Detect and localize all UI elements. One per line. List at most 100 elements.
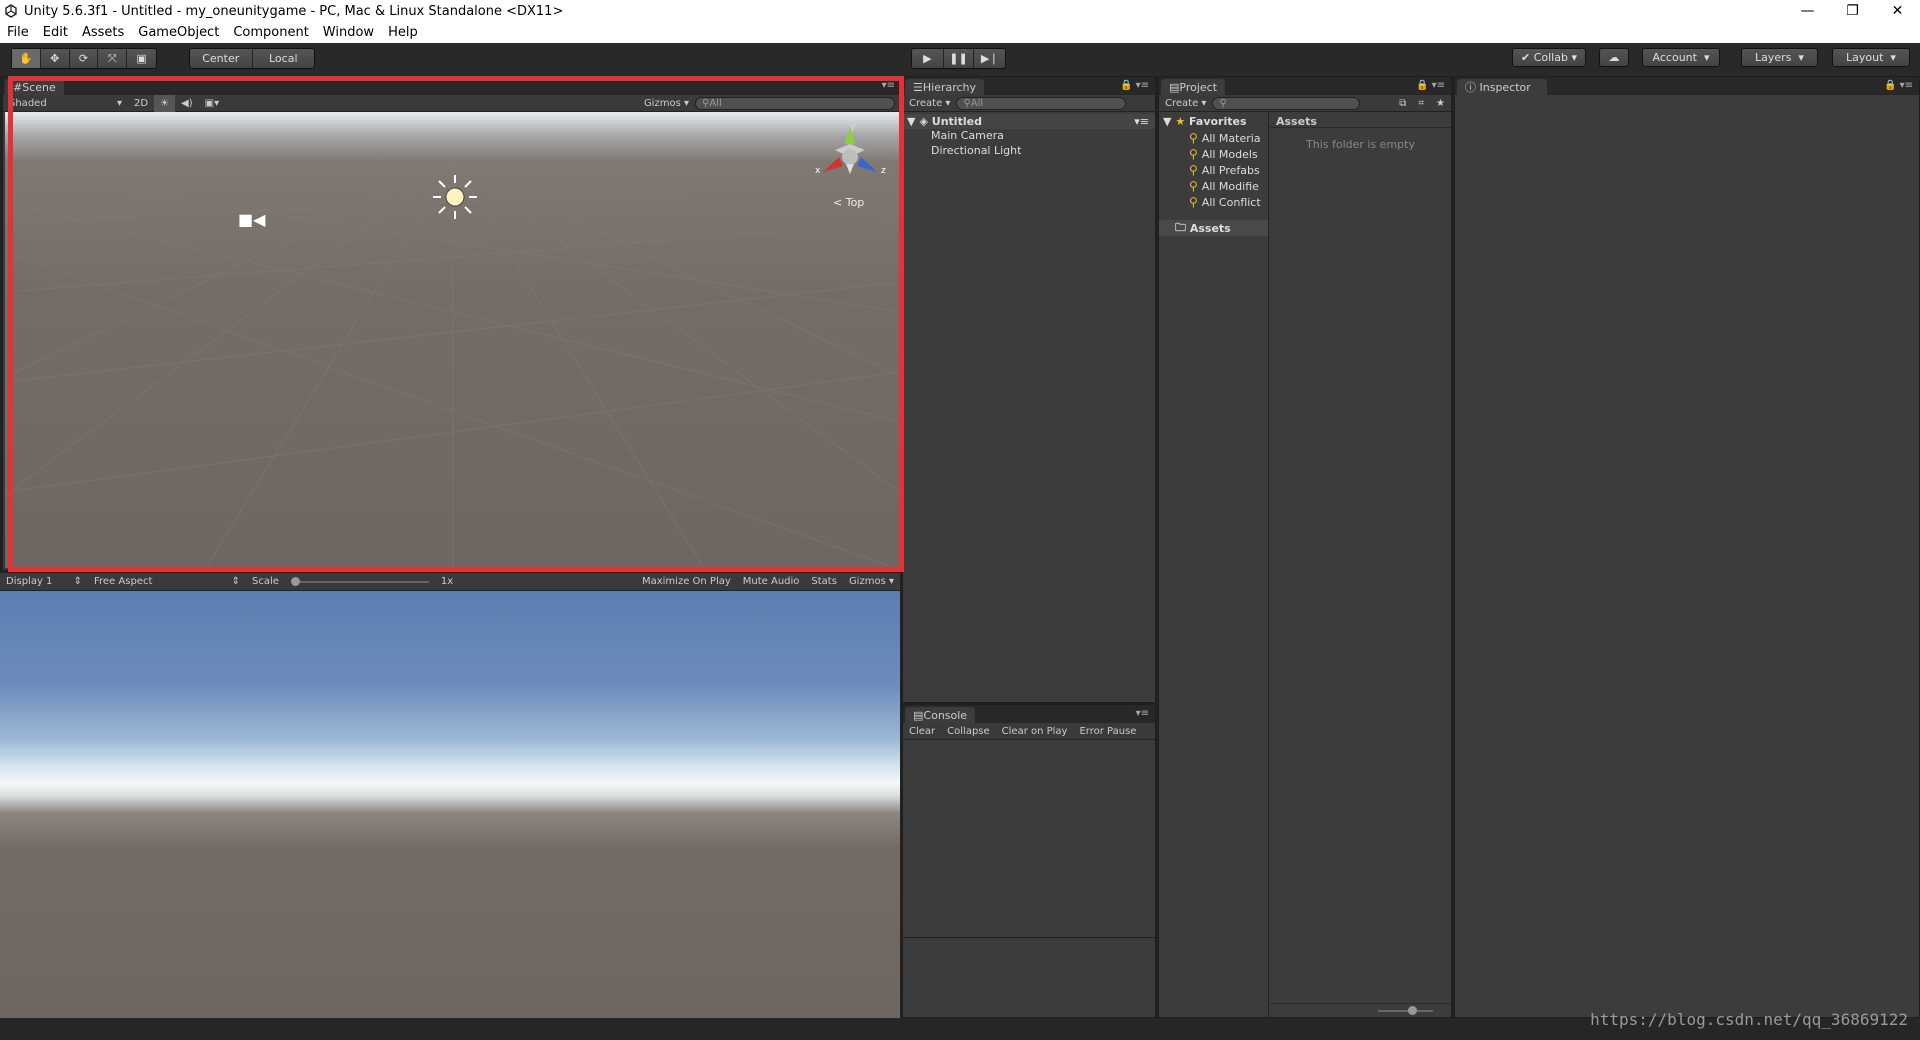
favorite-label: All Models [1201, 147, 1258, 161]
effects-toggle-icon[interactable]: ▣▾ [199, 95, 225, 112]
console-clear-on-play-button[interactable]: Clear on Play [996, 723, 1074, 740]
menu-bar: File Edit Assets GameObject Component Wi… [0, 22, 1920, 43]
scene-gizmos-label: Gizmos [643, 97, 681, 109]
inspector-lock-icon[interactable]: 🔒 ▾≡ [1884, 80, 1913, 91]
search-filter-icon: ⚲ [1189, 147, 1198, 161]
console-clear-button[interactable]: Clear [903, 723, 941, 740]
minimize-button[interactable]: — [1785, 0, 1830, 22]
scale-slider[interactable] [285, 573, 435, 590]
scene-search-input[interactable]: ⚲ All [695, 96, 895, 110]
stats-toggle[interactable]: Stats [805, 573, 843, 590]
menu-assets[interactable]: Assets [75, 25, 131, 40]
search-by-label-icon[interactable]: ⌗ [1412, 95, 1430, 112]
audio-toggle-icon[interactable]: ◀) [175, 95, 199, 112]
pivot-center-button[interactable]: Center [190, 49, 253, 68]
favorite-item[interactable]: ⚲ All Conflict [1189, 195, 1261, 209]
hierarchy-toolbar: Create ▾ ⚲ All [903, 95, 1155, 112]
collab-label: Collab [1533, 51, 1568, 64]
menu-edit[interactable]: Edit [36, 25, 75, 40]
mute-audio-toggle[interactable]: Mute Audio [737, 573, 806, 590]
main-toolbar: ✋ ✥ ⟳ ⤧ ▣ Center Local ▶ ❚❚ ▶❘ ✔ Collab … [0, 43, 1920, 76]
scale-value: 1x [440, 576, 454, 587]
hierarchy-lock-icon[interactable]: 🔒 ▾≡ [1120, 80, 1149, 91]
search-by-type-icon[interactable]: ⧉ [1393, 95, 1412, 112]
game-viewport[interactable] [0, 591, 900, 1018]
favorite-label: All Conflict [1201, 195, 1261, 209]
play-button-icon[interactable]: ▶ [912, 49, 944, 68]
project-lock-icon[interactable]: 🔒 ▾≡ [1416, 80, 1445, 91]
project-search-input[interactable]: ⚲ [1212, 96, 1361, 110]
shading-mode-dropdown[interactable]: Shaded ▾ [3, 95, 128, 112]
favorites-header[interactable]: ▼ ★ Favorites [1163, 115, 1247, 128]
hierarchy-search-input[interactable]: ⚲ All [956, 96, 1127, 110]
hierarchy-item-directional-light[interactable]: Directional Light [931, 144, 1021, 157]
favorites-arrow-icon[interactable]: ▼ [1163, 115, 1171, 128]
close-button[interactable]: ✕ [1875, 0, 1920, 22]
favorite-item[interactable]: ⚲ All Prefabs [1189, 163, 1260, 177]
step-button-icon[interactable]: ▶❘ [974, 49, 1005, 68]
display-dropdown[interactable]: Display 1 ⇕ [0, 573, 88, 590]
window-title: Unity 5.6.3f1 - Untitled - my_oneunityga… [24, 3, 564, 19]
lighting-toggle-icon[interactable]: ☀ [154, 94, 176, 112]
menu-help[interactable]: Help [381, 25, 425, 40]
pivot-local-button[interactable]: Local [253, 49, 315, 68]
watermark-text: https://blog.csdn.net/qq_36869122 [1590, 1010, 1908, 1029]
layers-dropdown[interactable]: Layers ▾ [1741, 48, 1818, 67]
project-tab-row: ▤ Project 🔒 ▾≡ [1159, 77, 1451, 95]
scene-header-row[interactable]: ▼ ◈ Untitled ▾≡ [903, 114, 1155, 129]
favorite-item[interactable]: ⚲ All Materia [1189, 131, 1261, 145]
aspect-dropdown[interactable]: Free Aspect ⇕ [88, 573, 246, 590]
camera-gizmo-icon[interactable]: ■◀ [238, 210, 265, 229]
2d-toggle[interactable]: 2D [128, 95, 154, 112]
move-tool-icon[interactable]: ✥ [41, 49, 70, 68]
unity-logo-icon [2, 2, 20, 20]
account-dropdown[interactable]: Account ▾ [1642, 48, 1720, 67]
scene-viewport[interactable]: ■◀ y x z < Top [5, 112, 899, 568]
project-create-dropdown[interactable]: Create ▾ [1159, 95, 1212, 112]
tab-scene[interactable]: # Scene [5, 79, 64, 95]
menu-gameobject[interactable]: GameObject [131, 25, 226, 40]
favorite-label: All Materia [1201, 131, 1261, 145]
hierarchy-create-dropdown[interactable]: Create ▾ [903, 95, 956, 112]
menu-component[interactable]: Component [226, 25, 315, 40]
game-gizmos-dropdown[interactable]: Gizmos ▾ [843, 573, 900, 590]
inspector-panel: ⓘ Inspector 🔒 ▾≡ [1454, 76, 1920, 1018]
tab-inspector[interactable]: ⓘ Inspector [1457, 79, 1547, 95]
tab-console[interactable]: ▤ Console [905, 707, 976, 723]
scale-tool-icon[interactable]: ⤧ [98, 49, 128, 68]
rect-tool-icon[interactable]: ▣ [127, 49, 156, 68]
tab-hierarchy[interactable]: ☰ Hierarchy [905, 79, 985, 95]
game-panel: Display 1 ⇕ Free Aspect ⇕ Scale 1x Maximiz… [0, 573, 900, 1018]
maximize-on-play-toggle[interactable]: Maximize On Play [636, 573, 737, 590]
restore-button[interactable]: ❐ [1830, 0, 1875, 22]
icon-size-slider[interactable] [1378, 1006, 1433, 1015]
assets-folder-row[interactable]: 🗀 Assets [1159, 220, 1268, 236]
hierarchy-item-main-camera[interactable]: Main Camera [931, 129, 1004, 142]
scene-menu-icon[interactable]: ▾≡ [1134, 115, 1155, 128]
scene-panel: # Scene ▾≡ Shaded ▾ 2D ☀ ◀) ▣▾ Gizmos ▾ ⚲… [2, 76, 902, 571]
gizmo-view-label[interactable]: < Top [833, 196, 864, 209]
pause-button-icon[interactable]: ❚❚ [944, 49, 975, 68]
layout-dropdown[interactable]: Layout ▾ [1832, 48, 1910, 67]
menu-window[interactable]: Window [316, 25, 381, 40]
favorite-star-icon[interactable]: ★ [1430, 95, 1451, 112]
expand-arrow-icon[interactable]: ▼ [903, 115, 919, 128]
menu-file[interactable]: File [0, 25, 36, 40]
orientation-gizmo[interactable]: y x z < Top [815, 122, 886, 212]
cloud-icon[interactable]: ☁ [1599, 48, 1629, 67]
hand-tool-icon[interactable]: ✋ [12, 49, 41, 68]
light-gizmo-icon[interactable] [430, 172, 480, 226]
console-collapse-button[interactable]: Collapse [941, 723, 996, 740]
favorite-item[interactable]: ⚲ All Models [1189, 147, 1258, 161]
favorite-item[interactable]: ⚲ All Modifie [1189, 179, 1259, 193]
collab-button[interactable]: ✔ Collab ▾ [1512, 48, 1586, 67]
hierarchy-panel: ☰ Hierarchy 🔒 ▾≡ Create ▾ ⚲ All ▼ ◈ Untit… [902, 76, 1156, 703]
rotate-tool-icon[interactable]: ⟳ [70, 49, 99, 68]
tab-project[interactable]: ▤ Project [1161, 79, 1226, 95]
scale-label: Scale [252, 576, 279, 587]
content-breadcrumb[interactable]: Assets [1270, 112, 1451, 128]
panel-menu-icon[interactable]: ▾≡ [882, 80, 895, 91]
console-menu-icon[interactable]: ▾≡ [1136, 708, 1149, 719]
scene-gizmos-dropdown[interactable]: Gizmos ▾ [638, 95, 695, 112]
console-error-pause-button[interactable]: Error Pause [1073, 723, 1142, 740]
